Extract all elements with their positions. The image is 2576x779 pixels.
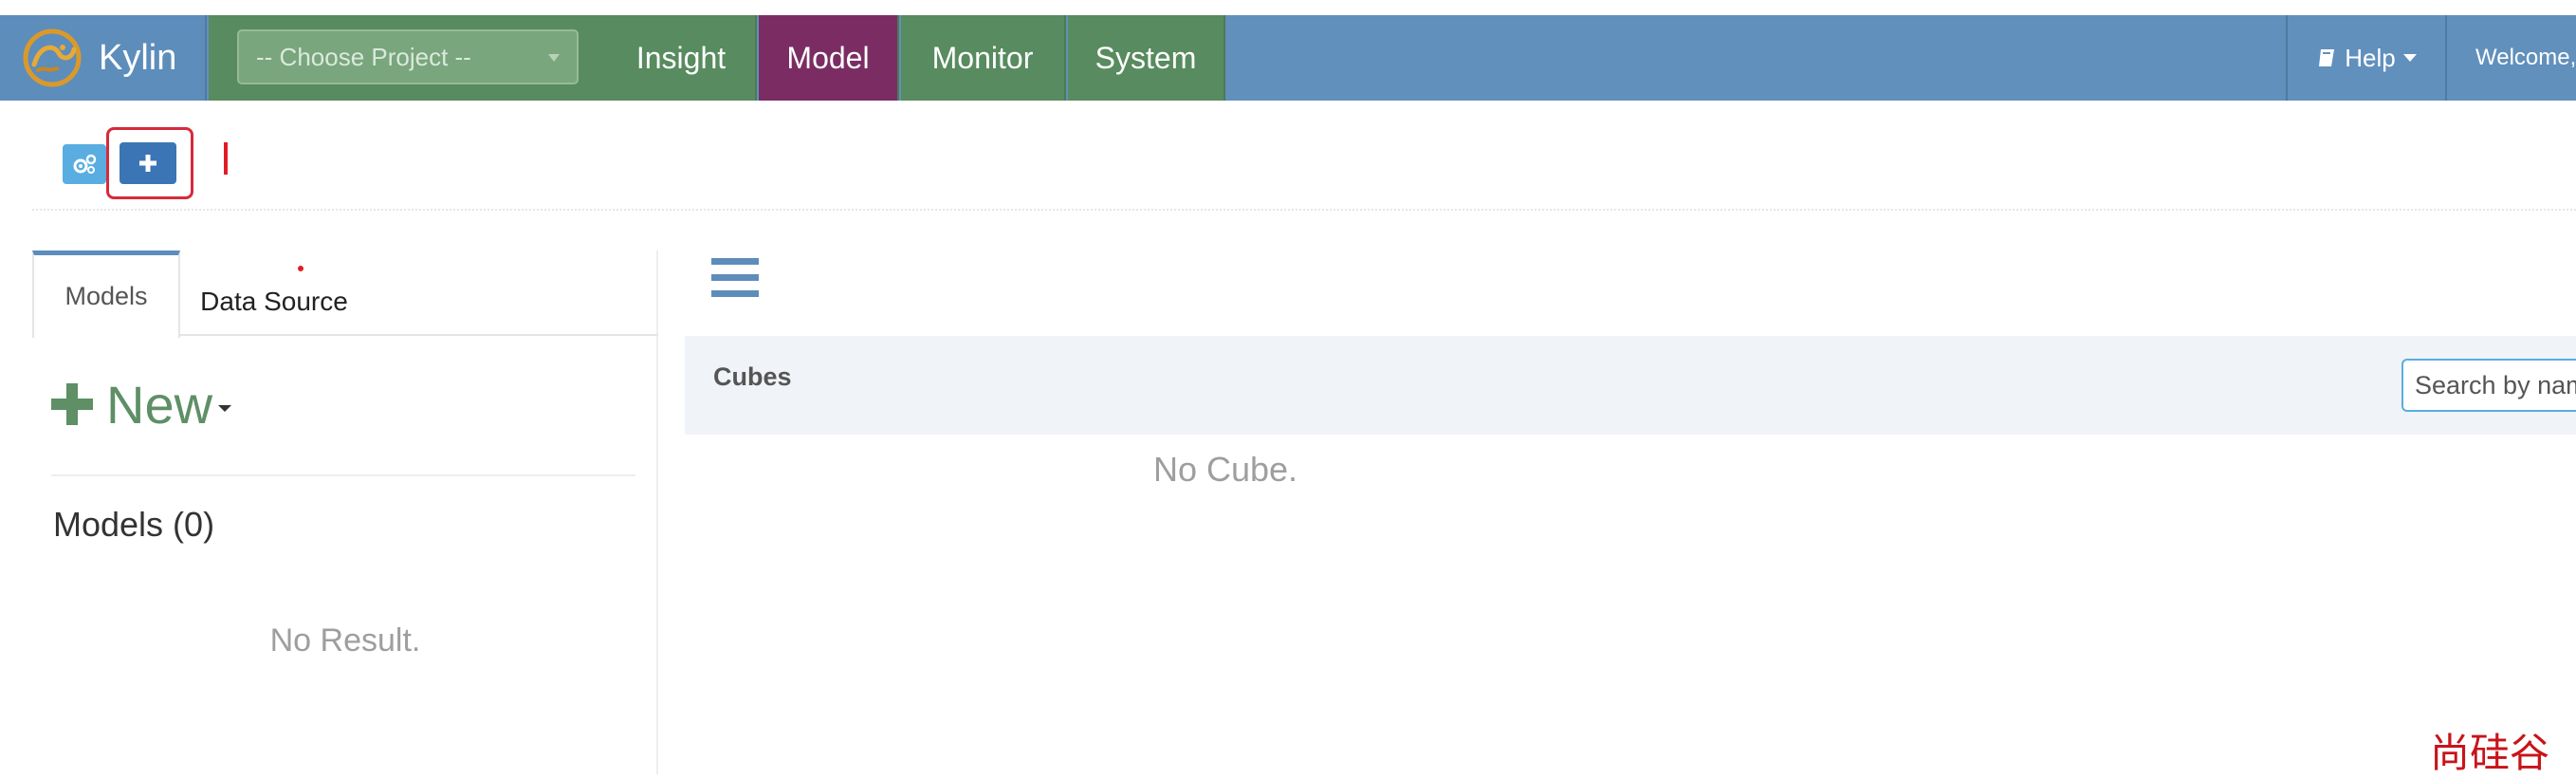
nav-tab-model[interactable]: Model: [759, 15, 899, 101]
nav-tab-label: System: [1095, 40, 1197, 75]
add-project-button[interactable]: [120, 142, 176, 184]
project-select-container: -- Choose Project --: [209, 15, 607, 101]
tab-label: Models: [64, 282, 148, 310]
brand[interactable]: Kylin: [0, 15, 207, 101]
help-label: Help: [2345, 43, 2396, 72]
project-select[interactable]: -- Choose Project --: [237, 29, 579, 84]
models-tabs: Models Data Source: [32, 250, 658, 338]
red-cursor-mark: [224, 142, 228, 175]
models-heading: Models (0): [53, 505, 215, 544]
divider: [51, 474, 635, 476]
red-dot-mark: [298, 266, 304, 271]
kylin-logo-icon: [23, 28, 82, 87]
chevron-down-icon: [548, 54, 560, 62]
tab-models[interactable]: Models: [32, 250, 180, 338]
new-button-label: New: [106, 374, 213, 435]
empty-state: No Result.: [269, 622, 421, 658]
tab-label: Data Source: [200, 287, 348, 316]
watermark: 尚硅谷: [2430, 730, 2550, 776]
nav-tab-monitor[interactable]: Monitor: [901, 15, 1066, 101]
hamburger-icon[interactable]: [711, 258, 759, 298]
nav-tab-label: Insight: [635, 40, 727, 75]
new-model-button[interactable]: New: [51, 366, 232, 442]
cubes-header: Cubes: [685, 336, 2576, 435]
nav-tab-system[interactable]: System: [1068, 15, 1225, 101]
chevron-down-icon: [218, 404, 232, 412]
toolbar-divider: [32, 209, 2576, 211]
welcome-label: Welcome,: [2475, 45, 2576, 70]
settings-button[interactable]: [63, 144, 106, 184]
nav-tab-label: Model: [786, 40, 870, 75]
book-icon: [2319, 49, 2335, 66]
cube-search-input[interactable]: [2401, 359, 2576, 412]
plus-icon: [51, 383, 93, 425]
gears-icon: [73, 154, 97, 174]
project-select-label: -- Choose Project --: [256, 42, 471, 71]
models-panel: Models Data Source New Models (0) No Res…: [32, 250, 658, 774]
cubes-empty-state: No Cube.: [1152, 450, 1298, 489]
tab-data-source[interactable]: Data Source: [193, 258, 355, 345]
cubes-title: Cubes: [713, 362, 792, 391]
app-name: Kylin: [99, 37, 177, 78]
help-menu[interactable]: Help: [2286, 15, 2447, 101]
top-navbar: Kylin -- Choose Project -- Insight Model…: [0, 15, 2576, 101]
user-menu[interactable]: Welcome,: [2449, 15, 2576, 101]
nav-tab-label: Monitor: [931, 40, 1034, 75]
nav-tab-insight[interactable]: Insight: [607, 15, 757, 101]
plus-icon: [139, 155, 156, 172]
chevron-down-icon: [2402, 54, 2417, 62]
